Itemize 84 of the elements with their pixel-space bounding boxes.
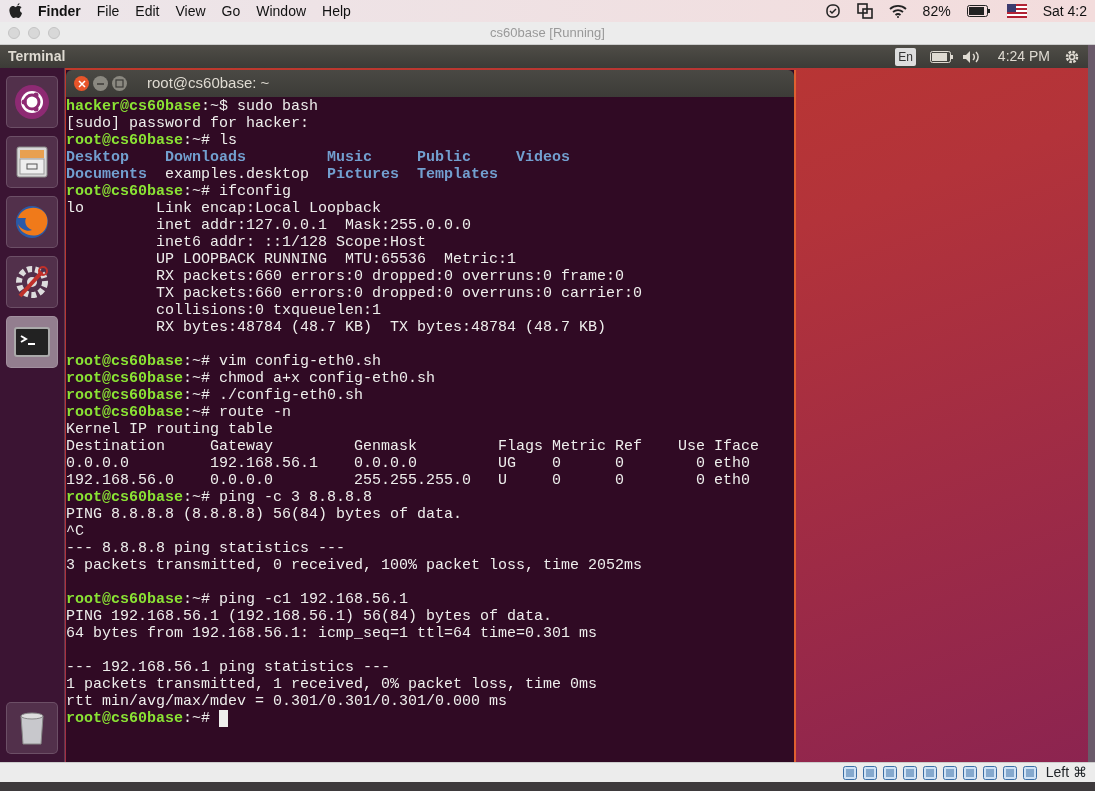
command-text: :~# [183, 710, 211, 727]
file-name: examples.desktop [165, 166, 310, 183]
menu-item[interactable]: Help [322, 0, 351, 22]
output-line: TX packets:660 errors:0 dropped:0 overruns:0 carrier:0 [155, 285, 643, 302]
prompt-user: root@cs60base [66, 353, 184, 370]
output-line: 64 bytes from 192.168.56.1: icmp_seq=1 ttl=64 time=0.301 ms [66, 625, 598, 642]
output-line: rtt min/avg/max/mdev = 0.301/0.301/0.301/0.000 ms [66, 693, 508, 710]
launcher-item[interactable] [6, 256, 58, 308]
directory-name: Public [417, 149, 472, 166]
command-text: :~# ping -c 3 8.8.8.8 [183, 489, 373, 506]
directory-name: Templates [417, 166, 499, 183]
menu-item[interactable]: File [96, 0, 120, 22]
prompt-user: root@cs60base [66, 489, 184, 506]
prompt-user: root@cs60base [66, 132, 184, 149]
menu-item[interactable]: Edit [135, 0, 160, 22]
prompt-user: root@cs60base [66, 183, 184, 200]
output-line: Kernel IP routing table [66, 421, 274, 438]
prompt-user: root@cs60base [66, 370, 184, 387]
output-line: collisions:0 txqueuelen:1 [155, 302, 382, 319]
output-line: Destination Gateway Genmask Flags Metric Ref Use Iface [66, 438, 760, 455]
close-button[interactable] [74, 76, 89, 91]
menu-item[interactable]: Go [221, 0, 241, 22]
command-text: :~# chmod a+x config-eth0.sh [183, 370, 436, 387]
launcher-item[interactable] [6, 702, 58, 754]
directory-name: Desktop [66, 149, 129, 166]
app-menu[interactable]: Finder [38, 0, 81, 22]
panel-app-name: Terminal [8, 47, 66, 66]
power-gear-icon[interactable] [1064, 48, 1080, 65]
command-text: :~# ifconfig [183, 183, 292, 200]
terminal-title: root@cs60base: ~ [147, 73, 270, 94]
launcher-item[interactable] [6, 316, 58, 368]
battery-icon[interactable] [929, 50, 954, 63]
command-text: :~# ./config-eth0.sh [183, 387, 364, 404]
apple-logo-icon[interactable] [8, 3, 22, 19]
output-line: --- 192.168.56.1 ping statistics --- [66, 659, 391, 676]
maximize-icon [115, 79, 124, 88]
output-line: --- 8.8.8.8 ping statistics --- [66, 540, 346, 557]
host-key-label: Left ⌘ [1045, 763, 1087, 782]
flag-icon[interactable] [1006, 4, 1027, 18]
output-line: inet6 addr: ::1/128 Scope:Host [155, 234, 427, 251]
menu-item[interactable]: Window [256, 0, 307, 22]
launcher-item[interactable] [6, 136, 58, 188]
prompt-user: hacker@cs60base [66, 98, 202, 115]
output-line: [sudo] password for hacker: [66, 115, 310, 132]
output-line: PING 8.8.8.8 (8.8.8.8) 56(84) bytes of data. [66, 506, 463, 523]
battery-icon[interactable] [966, 5, 991, 17]
command-text: :~# ping -c1 192.168.56.1 [183, 591, 409, 608]
wifi-icon[interactable] [888, 4, 907, 18]
output-line: 0.0.0.0 192.168.56.1 0.0.0.0 UG 0 0 0 eth0 [66, 455, 751, 472]
command-text: :~# ls [183, 132, 238, 149]
directory-name: Documents [66, 166, 147, 183]
checkmark-icon[interactable] [824, 3, 841, 19]
window-title: cs60base [Running] [490, 24, 605, 43]
prompt-user: root@cs60base [66, 404, 184, 421]
output-line: RX packets:660 errors:0 dropped:0 overruns:0 frame:0 [155, 268, 625, 285]
menu-item[interactable]: View [175, 0, 206, 22]
command-text: :~$ sudo bash [201, 98, 319, 115]
output-line: UP LOOPBACK RUNNING MTU:65536 Metric:1 [155, 251, 517, 268]
prompt-user: root@cs60base [66, 591, 184, 608]
close-icon [77, 79, 86, 88]
command-text: :~# route -n [183, 404, 292, 421]
output-line: RX bytes:48784 (48.7 KB) TX bytes:48784 (48.7 KB) [155, 319, 607, 336]
output-line: 3 packets transmitted, 0 received, 100% packet loss, time 2052ms [66, 557, 643, 574]
maximize-button[interactable] [112, 76, 127, 91]
menubar-clock[interactable]: Sat 4:2 [1042, 0, 1087, 22]
output-line: lo Link encap:Local Loopback [66, 200, 382, 217]
directory-name: Music [327, 149, 373, 166]
panel-clock[interactable]: 4:24 PM [997, 46, 1050, 67]
launcher-item[interactable] [6, 76, 58, 128]
directory-name: Downloads [165, 149, 247, 166]
command-text: :~# vim config-eth0.sh [183, 353, 382, 370]
output-line: inet addr:127.0.0.1 Mask:255.0.0.0 [155, 217, 472, 234]
prompt-user: root@cs60base [66, 710, 184, 727]
overlapping-squares-icon[interactable] [856, 3, 873, 19]
directory-name: Videos [516, 149, 571, 166]
prompt-user: root@cs60base [66, 387, 184, 404]
dash-logo-icon [12, 82, 52, 122]
output-line: 192.168.56.0 0.0.0.0 255.255.255.0 U 0 0 0 eth0 [66, 472, 751, 489]
output-line: 1 packets transmitted, 1 received, 0% packet loss, time 0ms [66, 676, 598, 693]
directory-name: Pictures [327, 166, 400, 183]
output-line: PING 192.168.56.1 (192.168.56.1) 56(84) bytes of data. [66, 608, 553, 625]
output-line: ^C [66, 523, 84, 540]
battery-percentage: 82% [922, 1, 951, 21]
keyboard-layout-indicator[interactable]: En [895, 47, 916, 66]
